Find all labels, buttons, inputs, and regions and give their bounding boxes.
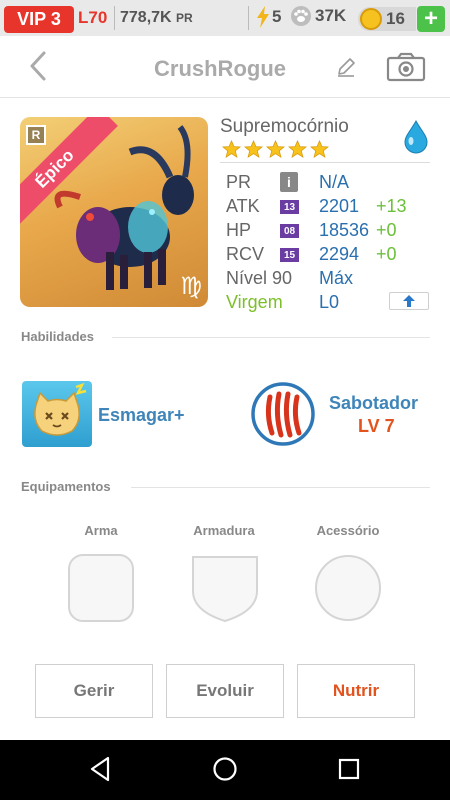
- divider: [112, 337, 430, 338]
- arrow-up-icon: [403, 295, 415, 307]
- lightning-icon: [257, 6, 269, 28]
- water-element-icon: [404, 120, 428, 154]
- nav-home-icon[interactable]: [212, 756, 238, 782]
- stat-level-badge: 15: [280, 248, 299, 262]
- claw-icon[interactable]: [250, 381, 316, 447]
- stat-plus: +13: [376, 196, 407, 216]
- skill-name[interactable]: Esmagar+: [98, 405, 185, 426]
- cat-face-icon: [34, 382, 87, 436]
- divider: [220, 162, 430, 163]
- stat-plus: +0: [376, 220, 397, 240]
- navigation-bar: [0, 740, 450, 800]
- energy-value: 5: [272, 7, 282, 26]
- vip-badge[interactable]: VIP 3: [4, 6, 74, 33]
- weapon-label: Arma: [84, 523, 118, 538]
- sign-label: Virgem: [226, 292, 283, 312]
- paws-counter[interactable]: 37K: [290, 6, 346, 26]
- stat-row-pr: PR i N/A: [226, 170, 436, 194]
- header: CrushRogue: [0, 36, 450, 98]
- stat-label: RCV: [226, 244, 265, 264]
- leader-skill-name[interactable]: Sabotador: [329, 393, 418, 414]
- stat-value: 2294: [319, 244, 360, 264]
- upgrade-button[interactable]: [389, 292, 429, 310]
- level-value: Máx: [319, 268, 354, 288]
- zodiac-icon: ♍: [180, 273, 202, 300]
- level-label: Nível 90: [226, 268, 293, 288]
- stat-row-atk: ATK 13 2201 +13: [226, 194, 436, 218]
- armor-slot[interactable]: [191, 553, 259, 623]
- divider: [114, 6, 115, 30]
- stat-row-rcv: RCV 15 2294 +0: [226, 242, 436, 266]
- manage-button[interactable]: Gerir: [35, 664, 153, 718]
- stat-value: 18536: [319, 220, 370, 240]
- armor-label: Armadura: [193, 523, 255, 538]
- stat-value: N/A: [319, 172, 350, 192]
- star-icon: [266, 140, 285, 158]
- monster-portrait[interactable]: R Épico ♍: [20, 117, 208, 307]
- coins-counter[interactable]: 16: [358, 7, 416, 31]
- energy-counter[interactable]: 5: [256, 6, 281, 28]
- star-rating: [222, 140, 329, 159]
- evolve-button[interactable]: Evoluir: [166, 664, 284, 718]
- stat-plus: +0: [376, 244, 397, 264]
- star-icon: [244, 140, 263, 158]
- abilities-title: Habilidades: [21, 329, 94, 344]
- buy-coins-button[interactable]: +: [417, 6, 445, 32]
- star-icon: [288, 140, 307, 158]
- coin-icon: [360, 8, 382, 30]
- sign-value: L0: [319, 292, 340, 312]
- camera-icon[interactable]: [386, 52, 426, 82]
- stat-row-hp: HP 08 18536 +0: [226, 218, 436, 242]
- accessory-slot[interactable]: [314, 553, 382, 623]
- nav-back-icon[interactable]: [88, 756, 112, 782]
- star-icon: [310, 140, 329, 158]
- player-level: L70: [78, 8, 108, 27]
- divider: [131, 487, 430, 488]
- leader-skill-level: LV 7: [358, 416, 395, 436]
- power-unit: PR: [176, 11, 193, 25]
- stat-label: ATK: [226, 196, 260, 216]
- equipment-title: Equipamentos: [21, 479, 111, 494]
- nav-recents-icon[interactable]: [338, 758, 360, 780]
- stat-label: HP: [226, 220, 252, 240]
- status-bar: VIP 3 L70 778,7K PR 5 37K 16 +: [0, 0, 450, 36]
- coins-value: 16: [386, 9, 405, 28]
- stat-level-badge: 13: [280, 200, 299, 214]
- rarity-badge: R: [26, 125, 46, 145]
- star-icon: [222, 140, 241, 158]
- level-row: Nível 90 Máx: [226, 266, 436, 290]
- edit-icon[interactable]: [335, 56, 357, 78]
- paws-value: 37K: [315, 6, 347, 25]
- stat-label: PR: [226, 172, 252, 192]
- weapon-slot[interactable]: [67, 553, 135, 623]
- feed-button[interactable]: Nutrir: [297, 664, 415, 718]
- stat-level-badge: 08: [280, 224, 299, 238]
- info-icon[interactable]: i: [280, 172, 298, 192]
- power-value: 778,7K PR: [120, 9, 193, 27]
- skill-icon[interactable]: [22, 381, 92, 447]
- page-title: CrushRogue: [154, 56, 286, 81]
- power-number: 778,7K: [120, 9, 172, 26]
- paw-icon: [291, 6, 311, 26]
- accessory-label: Acessório: [316, 523, 380, 538]
- monster-name: Supremocórnio: [220, 116, 349, 137]
- divider: [248, 6, 249, 30]
- stat-value: 2201: [319, 196, 360, 216]
